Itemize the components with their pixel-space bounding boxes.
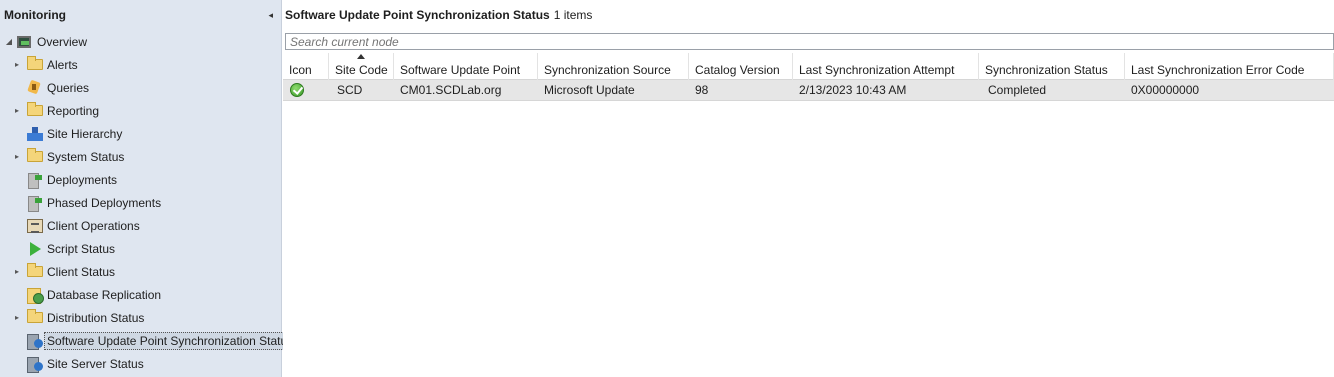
navigation-tree: ◢ Overview ▸ Alerts Queries ▸ Reporting … bbox=[0, 30, 297, 375]
folder-icon bbox=[27, 148, 43, 162]
navigation-pane: Monitoring ◂ ◢ Overview ▸ Alerts Queries… bbox=[0, 0, 297, 377]
results-header: Software Update Point Synchronization St… bbox=[283, 0, 1334, 30]
error-code-cell: 0X00000000 bbox=[1131, 83, 1200, 97]
tree-item-label: Phased Deployments bbox=[47, 195, 162, 210]
sup-cell: CM01.SCDLab.org bbox=[400, 83, 502, 97]
database-replication-icon bbox=[27, 287, 44, 304]
column-header-icon[interactable]: Icon bbox=[283, 53, 329, 80]
column-header-site-code[interactable]: Site Code bbox=[329, 53, 394, 80]
tree-item-label: Overview bbox=[37, 34, 88, 49]
column-label: Site Code bbox=[335, 63, 388, 77]
deployment-icon bbox=[27, 172, 43, 189]
check-ok-icon bbox=[290, 83, 304, 97]
tree-item-reporting[interactable]: ▸ Reporting bbox=[0, 99, 281, 122]
nav-header: Monitoring ◂ bbox=[0, 0, 281, 30]
tree-item-client-status[interactable]: ▸ Client Status bbox=[0, 260, 281, 283]
expand-arrow-icon[interactable]: ▸ bbox=[12, 152, 22, 161]
folder-icon bbox=[27, 102, 43, 116]
column-header-last-sync-attempt[interactable]: Last Synchronization Attempt bbox=[793, 53, 979, 80]
tree-item-label: Script Status bbox=[47, 241, 116, 256]
tree-item-deployments[interactable]: Deployments bbox=[0, 168, 281, 191]
tree-item-label: Database Replication bbox=[47, 287, 162, 302]
catalog-version-cell: 98 bbox=[695, 83, 709, 97]
query-icon bbox=[27, 81, 43, 95]
column-header-synchronization-source[interactable]: Synchronization Source bbox=[538, 53, 689, 80]
clipboard-icon bbox=[27, 218, 43, 233]
tree-item-queries[interactable]: Queries bbox=[0, 76, 281, 99]
expand-arrow-icon[interactable]: ▸ bbox=[12, 60, 22, 69]
column-header-software-update-point[interactable]: Software Update Point bbox=[394, 53, 538, 80]
column-header-catalog-version[interactable]: Catalog Version bbox=[689, 53, 793, 80]
folder-icon bbox=[27, 263, 43, 277]
tree-item-label: System Status bbox=[47, 149, 125, 164]
folder-icon bbox=[27, 309, 43, 323]
tree-item-label: Client Operations bbox=[47, 218, 140, 233]
tree-item-system-status[interactable]: ▸ System Status bbox=[0, 145, 281, 168]
tree-item-label: Site Server Status bbox=[47, 356, 144, 371]
tree-item-label: Deployments bbox=[47, 172, 118, 187]
tree-item-site-hierarchy[interactable]: Site Hierarchy bbox=[0, 122, 281, 145]
folder-icon bbox=[27, 56, 43, 70]
item-count: 1 items bbox=[553, 8, 593, 22]
tree-item-alerts[interactable]: ▸ Alerts bbox=[0, 53, 281, 76]
collapse-arrow-icon[interactable]: ◢ bbox=[4, 37, 14, 46]
tree-item-label: Alerts bbox=[47, 57, 78, 72]
expand-arrow-icon[interactable]: ▸ bbox=[12, 313, 22, 322]
tree-item-label: Reporting bbox=[47, 103, 100, 118]
site-code-cell: SCD bbox=[337, 83, 363, 97]
tree-item-label: Client Status bbox=[47, 264, 116, 279]
tree-item-label: Software Update Point Synchronization St… bbox=[44, 331, 297, 350]
node-title: Software Update Point Synchronization St… bbox=[285, 8, 550, 22]
tree-item-overview[interactable]: ◢ Overview bbox=[0, 30, 281, 53]
sort-ascending-icon bbox=[357, 54, 365, 59]
row-icon-cell bbox=[283, 80, 329, 101]
sup-sync-icon bbox=[27, 333, 43, 350]
tree-item-label: Distribution Status bbox=[47, 310, 145, 325]
grid-header: Icon Site Code Software Update Point Syn… bbox=[283, 53, 1334, 80]
server-status-icon bbox=[27, 356, 43, 373]
workspace-title: Monitoring bbox=[4, 8, 66, 22]
tree-item-label: Queries bbox=[47, 80, 90, 95]
tree-item-label: Site Hierarchy bbox=[47, 126, 123, 141]
tree-item-sup-sync-status[interactable]: Software Update Point Synchronization St… bbox=[0, 329, 297, 352]
deployment-icon bbox=[27, 195, 43, 212]
play-icon bbox=[27, 241, 43, 256]
tree-item-database-replication[interactable]: Database Replication bbox=[0, 283, 281, 306]
results-pane: Software Update Point Synchronization St… bbox=[283, 0, 1334, 377]
sync-source-cell: Microsoft Update bbox=[544, 83, 635, 97]
overview-icon bbox=[17, 35, 31, 48]
tree-item-script-status[interactable]: Script Status bbox=[0, 237, 281, 260]
collapse-pane-icon[interactable]: ◂ bbox=[268, 10, 273, 21]
expand-arrow-icon[interactable]: ▸ bbox=[12, 267, 22, 276]
tree-item-distribution-status[interactable]: ▸ Distribution Status bbox=[0, 306, 281, 329]
sync-status-cell: Completed bbox=[988, 83, 1047, 97]
column-header-sync-status[interactable]: Synchronization Status bbox=[979, 53, 1125, 80]
tree-item-phased-deployments[interactable]: Phased Deployments bbox=[0, 191, 281, 214]
results-grid: Icon Site Code Software Update Point Syn… bbox=[283, 53, 1334, 101]
expand-arrow-icon[interactable]: ▸ bbox=[12, 106, 22, 115]
tree-item-client-operations[interactable]: Client Operations bbox=[0, 214, 281, 237]
last-attempt-cell: 2/13/2023 10:43 AM bbox=[799, 83, 907, 97]
tree-item-site-server-status[interactable]: Site Server Status bbox=[0, 352, 281, 375]
search-input[interactable] bbox=[285, 33, 1334, 50]
site-hierarchy-icon bbox=[27, 126, 43, 141]
table-row[interactable]: SCD CM01.SCDLab.org Microsoft Update 98 … bbox=[283, 80, 1334, 101]
column-header-last-sync-error-code[interactable]: Last Synchronization Error Code bbox=[1125, 53, 1334, 80]
